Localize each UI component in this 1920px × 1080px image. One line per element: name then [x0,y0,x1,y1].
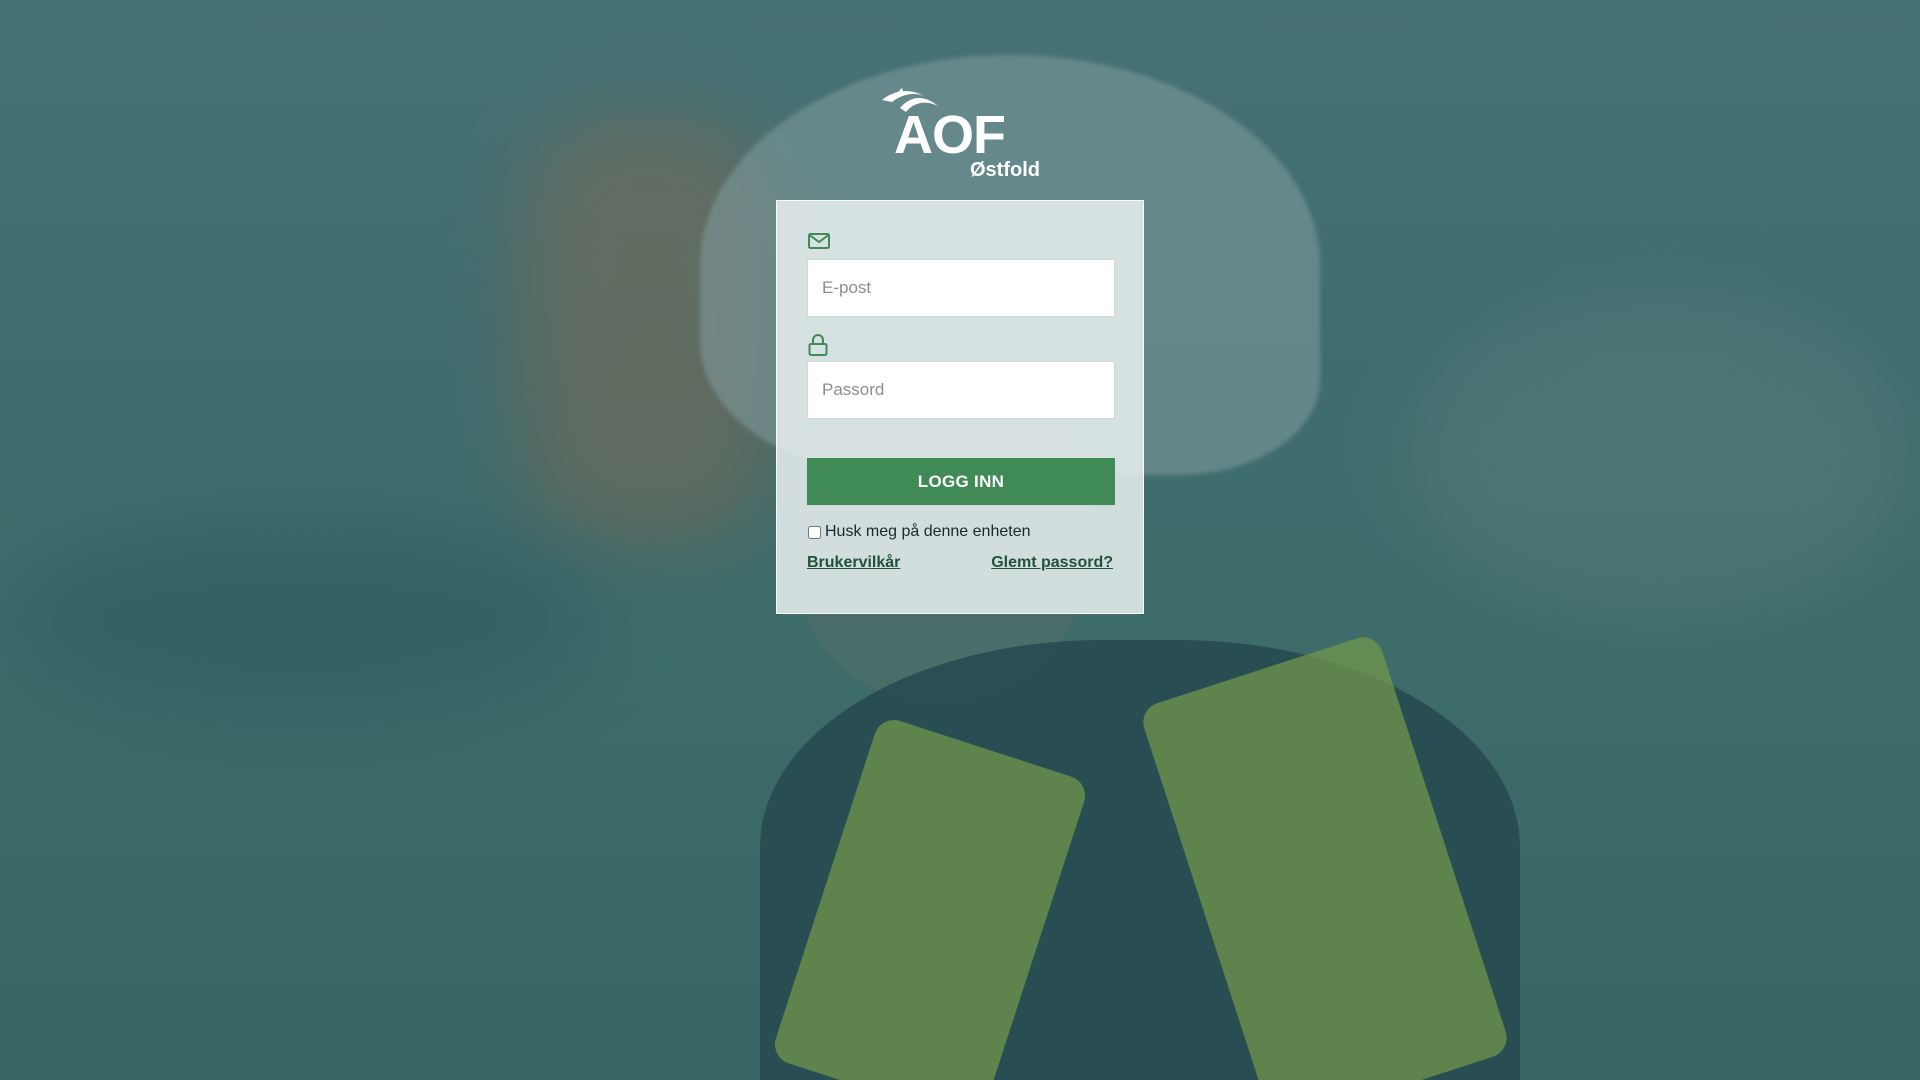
terms-link[interactable]: Brukervilkår [807,554,900,572]
aof-logo: AOF Østfold [880,86,1040,186]
login-card: LOGG INN Husk meg på denne enheten Bruke… [776,200,1144,614]
remember-me-checkbox[interactable] [808,525,821,539]
envelope-icon [808,233,830,249]
password-input[interactable] [807,361,1115,419]
remember-me-label: Husk meg på denne enheten [825,523,1031,540]
login-button[interactable]: LOGG INN [807,458,1115,505]
logo-subtitle: Østfold [970,159,1040,181]
remember-me-row[interactable]: Husk meg på denne enheten [807,522,1030,542]
email-input[interactable] [807,259,1115,317]
logo-wordmark: AOF [894,105,1006,165]
lock-icon [808,334,828,356]
forgot-password-link[interactable]: Glemt passord? [991,554,1113,572]
